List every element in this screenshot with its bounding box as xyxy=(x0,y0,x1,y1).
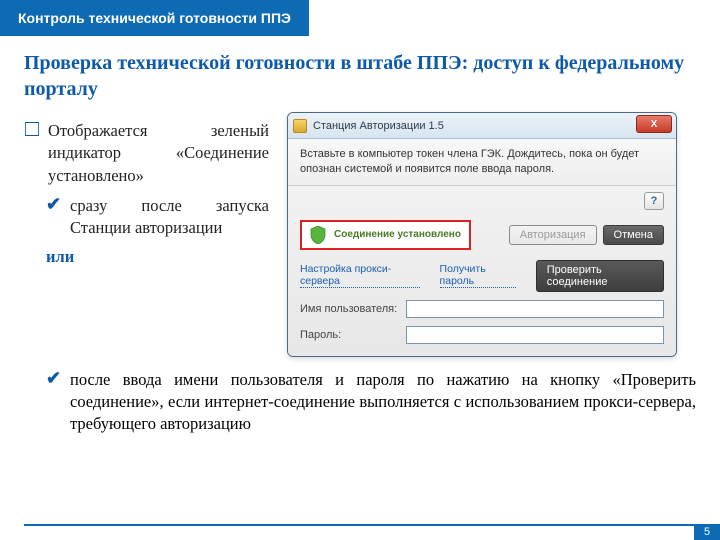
dialog-titlebar: Станция Авторизации 1.5 X xyxy=(288,113,676,139)
check-connection-button[interactable]: Проверить соединение xyxy=(536,260,664,292)
sub-bullet-2-text: после ввода имени пользователя и пароля … xyxy=(70,369,696,436)
proxy-settings-link[interactable]: Настройка прокси-сервера xyxy=(300,263,420,288)
check-icon: ✔ xyxy=(46,369,60,436)
shield-icon xyxy=(310,226,326,244)
connection-status-text: Соединение установлено xyxy=(334,229,461,240)
check-icon: ✔ xyxy=(46,195,60,240)
square-bullet-icon: 🞎 xyxy=(24,120,38,187)
password-input[interactable] xyxy=(406,326,664,344)
auth-button[interactable]: Авторизация xyxy=(509,225,597,245)
close-button[interactable]: X xyxy=(636,115,672,133)
help-button[interactable]: ? xyxy=(644,192,664,210)
footer: 5 xyxy=(0,524,720,540)
get-password-link[interactable]: Получить пароль xyxy=(440,263,516,288)
cancel-button[interactable]: Отмена xyxy=(603,225,664,245)
dialog-window: Станция Авторизации 1.5 X Вставьте в ком… xyxy=(287,112,677,357)
page-title: Проверка технической готовности в штабе … xyxy=(24,50,696,102)
dialog-prompt: Вставьте в компьютер токен члена ГЭК. До… xyxy=(288,139,676,186)
dialog-title: Станция Авторизации 1.5 xyxy=(313,120,444,132)
sub-bullet-2: ✔ после ввода имени пользователя и парол… xyxy=(46,369,696,436)
username-label: Имя пользователя: xyxy=(300,303,400,315)
or-label: или xyxy=(46,247,269,267)
sub-bullet-1-text: сразу после запуска Станции авторизации xyxy=(70,195,269,240)
footer-line xyxy=(24,524,694,540)
username-input[interactable] xyxy=(406,300,664,318)
banner: Контроль технической готовности ППЭ xyxy=(0,0,309,36)
connection-status-box: Соединение установлено xyxy=(300,220,471,250)
password-label: Пароль: xyxy=(300,329,400,341)
main-bullet-text: Отображается зеленый индикатор «Соединен… xyxy=(48,120,269,187)
main-bullet: 🞎 Отображается зеленый индикатор «Соедин… xyxy=(24,120,269,187)
app-icon xyxy=(293,119,307,133)
page-number: 5 xyxy=(694,524,720,540)
sub-bullet-1: ✔ сразу после запуска Станции авторизаци… xyxy=(46,195,269,240)
